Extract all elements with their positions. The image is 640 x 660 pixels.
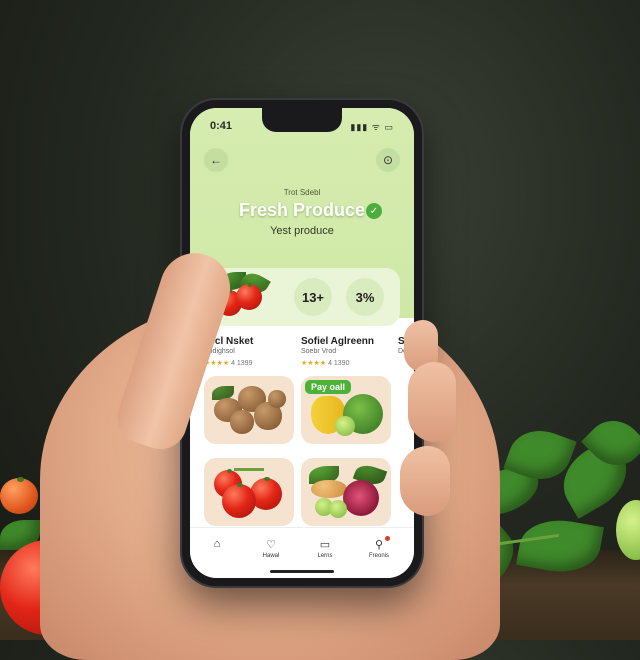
bottom-tab-bar: ⌂ ♡ Hawal ▭ Lerns ⚲ Freonis	[190, 527, 414, 578]
tab-profile[interactable]: ⚲ Freonis	[354, 536, 404, 559]
cart-icon: ⊙	[382, 153, 394, 167]
potato-image	[268, 390, 286, 408]
home-indicator	[270, 570, 334, 573]
heart-icon: ♡	[266, 539, 276, 551]
profile-icon: ⚲	[374, 539, 384, 551]
verified-check-icon: ✓	[366, 203, 382, 219]
lime-image	[335, 416, 355, 436]
squash-image	[311, 480, 347, 498]
status-time: 0:41	[210, 120, 233, 132]
list-icon: ▭	[319, 539, 331, 551]
rating: ★★★★ 4 1399	[204, 359, 252, 367]
stat-value: 13+	[301, 289, 325, 305]
page-subtitle: Yest produce	[270, 225, 334, 237]
product-tile-tomatoes[interactable]	[204, 458, 294, 526]
tomato-left-3	[0, 476, 38, 514]
home-icon: ⌂	[213, 538, 221, 550]
stats-card[interactable]: 13+ 3%	[204, 268, 400, 326]
rating-stars: ★★★★	[301, 360, 327, 367]
promo-badge[interactable]: Pay oall	[305, 380, 352, 394]
beet-image	[343, 480, 379, 516]
tab-home[interactable]: ⌂	[192, 538, 242, 552]
notch	[262, 108, 342, 132]
stat-discount: 3%	[346, 278, 384, 316]
smartphone: 0:41 ▮▮▮ ᯤ ▭ ← ⊙ Trot Sdebl Fresh Produc…	[182, 100, 422, 586]
rating-text: 4 1390	[328, 360, 350, 367]
finger	[400, 446, 450, 516]
stat-products: 13+	[294, 278, 332, 316]
back-button[interactable]: ←	[204, 148, 228, 172]
finger	[408, 362, 456, 442]
tab-orders[interactable]: ▭ Lerns	[300, 538, 350, 559]
vine-decoration	[234, 468, 264, 471]
tomato-image	[236, 282, 262, 310]
tab-label: Lerns	[317, 553, 333, 559]
product-tile-potatoes[interactable]	[204, 376, 294, 444]
status-icons: ▮▮▮ ᯤ ▭	[350, 122, 394, 132]
back-arrow-icon: ←	[210, 153, 222, 167]
tab-favorites[interactable]: ♡ Hawal	[246, 538, 296, 559]
tab-label: Hawal	[262, 553, 280, 559]
stat-value: 3%	[355, 289, 375, 305]
cart-button[interactable]: ⊙	[376, 148, 400, 172]
product-tile-mixed[interactable]	[301, 458, 391, 526]
potato-image	[230, 410, 254, 434]
rating-text: 4 1399	[231, 360, 253, 367]
product-tile-fruit[interactable]: Pay oall	[301, 376, 391, 444]
hero-eyebrow: Trot Sdebl	[283, 188, 321, 197]
notification-dot	[385, 536, 390, 541]
section-subtitle: Soebr Vrod	[301, 348, 337, 355]
phone-screen: 0:41 ▮▮▮ ᯤ ▭ ← ⊙ Trot Sdebl Fresh Produc…	[190, 108, 414, 578]
lime-image	[329, 500, 347, 518]
tomato-image	[222, 482, 256, 518]
rating: ★★★★ 4 1390	[301, 359, 349, 367]
tab-label: Freonis	[368, 553, 389, 559]
section-title[interactable]: Sofiel Aglreenn	[301, 336, 374, 347]
